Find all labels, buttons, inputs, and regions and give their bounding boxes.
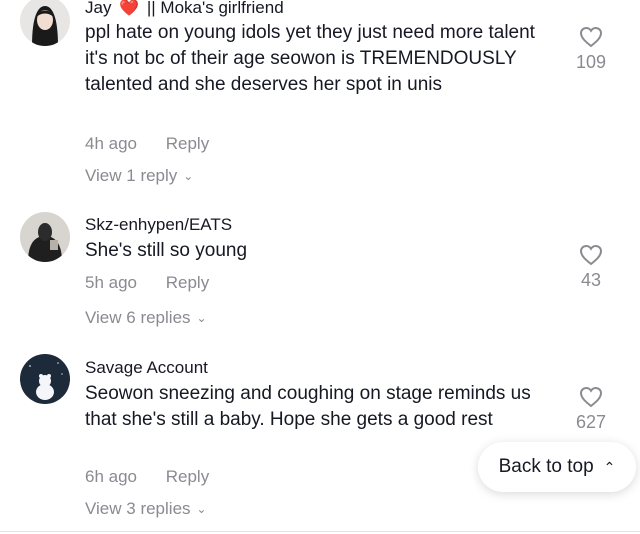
like-button[interactable]: 109 — [561, 26, 621, 73]
view-replies-label: View 6 replies — [85, 308, 191, 327]
comment-time: 6h ago — [85, 467, 137, 486]
comment-time: 4h ago — [85, 134, 137, 153]
view-replies-button[interactable]: View 6 replies ⌄ — [85, 308, 207, 328]
comment-meta: 5h ago Reply — [85, 273, 209, 293]
back-to-top-button[interactable]: Back to top ⌃ — [478, 442, 636, 492]
chevron-down-icon: ⌄ — [196, 311, 207, 325]
username-text: Savage Account — [85, 358, 208, 377]
chevron-down-icon: ⌄ — [196, 502, 207, 516]
double-chevron-up-icon: ⌃ — [603, 458, 616, 475]
like-count: 627 — [575, 412, 607, 432]
view-replies-button[interactable]: View 1 reply ⌄ — [85, 166, 193, 186]
like-button[interactable]: 627 — [561, 386, 621, 433]
heart-outline-icon — [579, 26, 603, 48]
comment-text: She's still so young — [85, 240, 248, 261]
heart-outline-icon — [579, 244, 603, 266]
like-count: 43 — [580, 270, 602, 290]
avatar[interactable] — [20, 212, 70, 262]
like-count: 109 — [575, 52, 607, 72]
avatar[interactable] — [20, 0, 70, 46]
view-replies-label: View 1 reply — [85, 166, 178, 185]
comment-meta: 4h ago Reply — [85, 134, 209, 154]
heart-outline-icon — [579, 386, 603, 408]
view-replies-label: View 3 replies — [85, 499, 191, 518]
avatar[interactable] — [20, 354, 70, 404]
username[interactable]: Skz-enhypen/EATS — [85, 215, 232, 235]
heart-badge-icon: ❤️ — [119, 0, 140, 17]
comment-text: Seowon sneezing and coughing on stage re… — [85, 383, 531, 430]
back-to-top-label: Back to top — [498, 456, 594, 477]
view-replies-button[interactable]: View 3 replies ⌄ — [85, 499, 207, 519]
comment-meta: 6h ago Reply — [85, 467, 209, 487]
reply-button[interactable]: Reply — [166, 467, 209, 486]
username[interactable]: Jay ❤️ || Moka's girlfriend — [85, 0, 284, 18]
reply-button[interactable]: Reply — [166, 273, 209, 292]
comment-text: ppl hate on young idols yet they just ne… — [85, 22, 535, 95]
reply-button[interactable]: Reply — [166, 134, 209, 153]
like-button[interactable]: 43 — [561, 244, 621, 291]
divider — [0, 531, 640, 532]
username-text: Skz-enhypen/EATS — [85, 215, 233, 234]
username-text: Jay — [85, 0, 112, 17]
chevron-down-icon: ⌄ — [183, 169, 194, 183]
username[interactable]: Savage Account — [85, 358, 208, 378]
username-suffix: || Moka's girlfriend — [146, 0, 284, 17]
comment-time: 5h ago — [85, 273, 137, 292]
